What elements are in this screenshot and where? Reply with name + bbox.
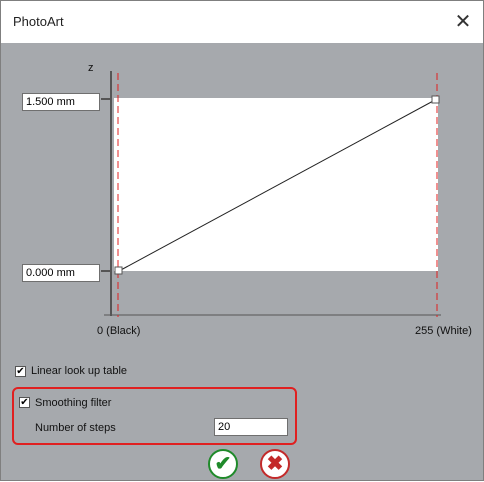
smoothing-filter-label: Smoothing filter (35, 397, 112, 409)
x-axis-max-label: 255 (White) (415, 325, 472, 337)
smoothing-highlight (12, 387, 297, 445)
photoart-dialog: PhotoArt ✕ z 1.500 mm 0.000 mm 0 (Black)… (0, 0, 484, 481)
curve-handle-start (114, 266, 123, 275)
ok-button[interactable]: ✔ (208, 449, 238, 479)
bottom-value-field[interactable]: 0.000 mm (22, 264, 100, 282)
plot-area (114, 98, 438, 271)
cancel-button[interactable]: ✖ (260, 449, 290, 479)
z-axis-label: z (88, 62, 94, 74)
number-of-steps-input[interactable]: 20 (214, 418, 288, 436)
linear-lookup-label: Linear look up table (31, 365, 128, 377)
smoothing-filter-checkbox[interactable]: ✔ (19, 397, 30, 408)
linear-lookup-checkbox[interactable]: ✔ (15, 366, 26, 377)
top-value-field[interactable]: 1.500 mm (22, 93, 100, 111)
number-of-steps-label: Number of steps (35, 422, 116, 434)
curve-handle-end (431, 95, 440, 104)
x-axis-min-label: 0 (Black) (97, 325, 141, 337)
